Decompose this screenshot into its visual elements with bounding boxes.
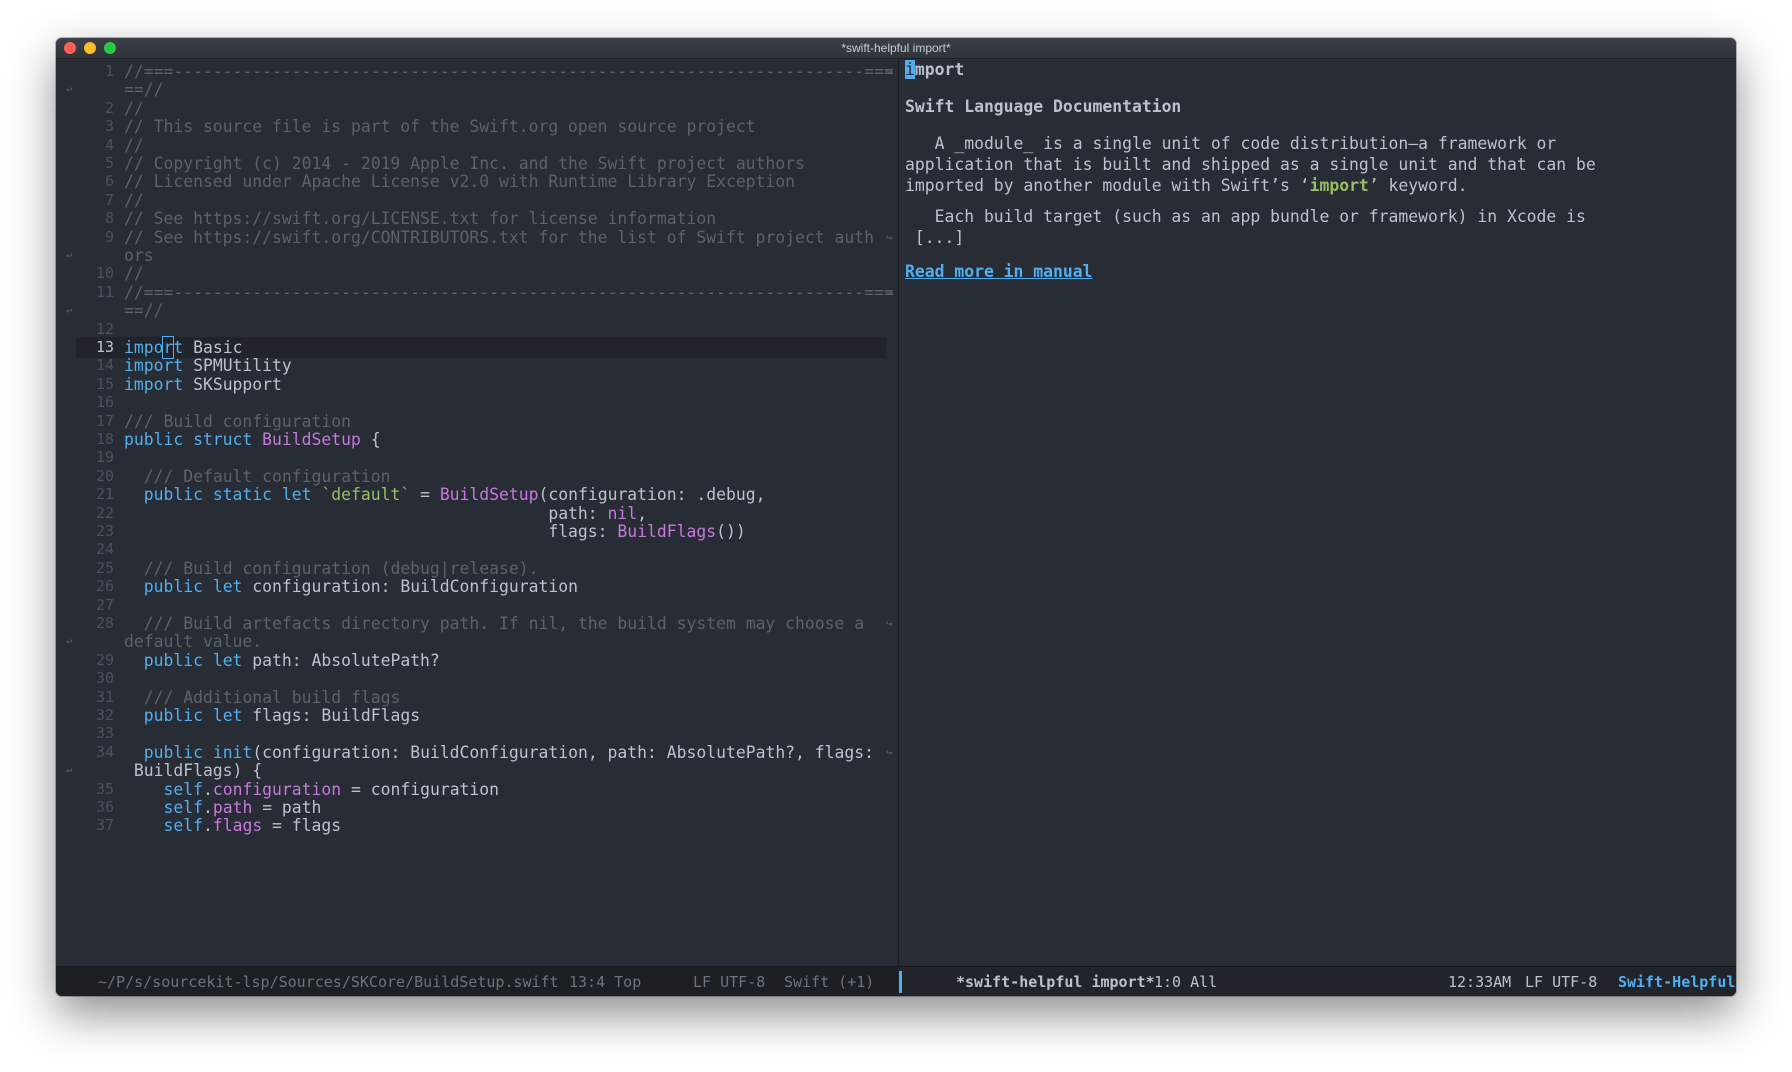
read-more-link-row: Read more in manual [905, 261, 1093, 282]
window-title: *swift-helpful import* [841, 41, 951, 55]
mode-line-right: *swift-helpful import* 1:0 All 12:33AM L… [899, 967, 1736, 996]
help-file-encoding[interactable]: LF UTF-8 [1525, 967, 1597, 996]
help-paragraph-2: Each build target (such as an app bundle… [914, 207, 1586, 247]
active-window-indicator [899, 971, 902, 993]
help-paragraph-1: A _module_ is a single unit of code dist… [905, 134, 1596, 195]
read-more-link[interactable]: Read more in manual [905, 262, 1093, 281]
help-symbol-title: import [905, 60, 965, 79]
cursor-position: 13:4 Top [569, 973, 642, 991]
file-path[interactable]: ~/P/s/sourcekit-lsp/Sources/SKCore/Build… [98, 967, 559, 996]
major-mode[interactable]: Swift (+1) [784, 967, 874, 996]
code-line[interactable]: 37 self.flags = flags [56, 815, 898, 836]
help-cursor-position: 1:0 All [1154, 973, 1218, 991]
helpful-pane[interactable]: import Swift Language Documentation A _m… [899, 59, 1736, 966]
title-bar: *swift-helpful import* [56, 38, 1736, 59]
emacs-window: *swift-helpful import* 1//===-----------… [56, 38, 1736, 996]
text-cursor: i [905, 60, 915, 79]
buffer-name[interactable]: *swift-helpful import* [956, 967, 1155, 996]
clock-time: 12:33AM [1448, 973, 1512, 991]
line-number: 37 [95, 816, 114, 835]
code-text: self.flags = flags [163, 816, 342, 836]
help-heading: Swift Language Documentation [905, 97, 1182, 116]
code-editor-pane[interactable]: 1//===----------------------------------… [56, 59, 898, 966]
mode-line: ~/P/s/sourcekit-lsp/Sources/SKCore/Build… [56, 966, 1736, 996]
import-keyword: import [1309, 176, 1369, 195]
mode-line-left: ~/P/s/sourcekit-lsp/Sources/SKCore/Build… [56, 967, 898, 996]
file-encoding[interactable]: LF UTF-8 [693, 967, 765, 996]
help-major-mode[interactable]: Swift-Helpful (+1) [1618, 967, 1736, 996]
